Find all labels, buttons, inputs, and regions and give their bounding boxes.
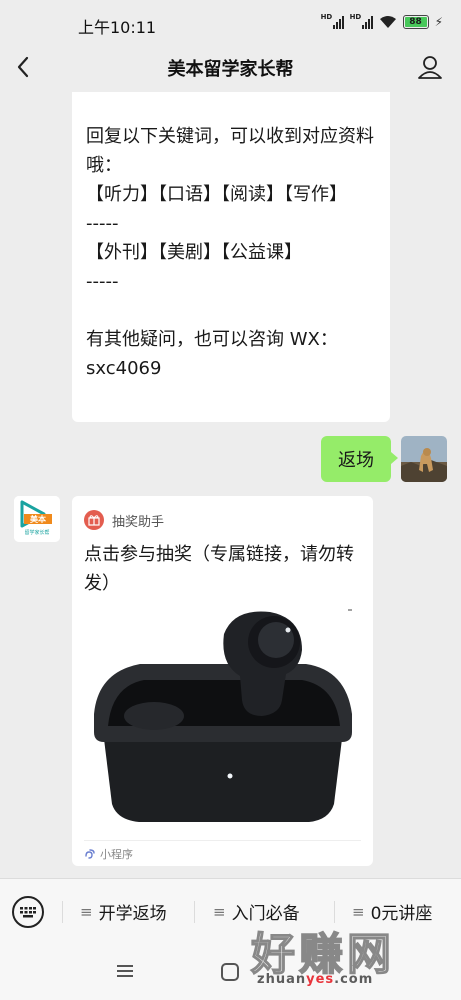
received-message-text: 回复以下关键词，可以收到对应资料哦： 【听力】【口语】【阅读】【写作】 ----… — [86, 126, 374, 379]
logo-subtext: 留学家长帮 — [24, 529, 49, 536]
user-avatar[interactable] — [401, 436, 447, 482]
dog-photo — [401, 436, 447, 482]
earbuds-image — [84, 604, 361, 830]
keyboard-icon — [20, 907, 36, 918]
battery-icon: 88 — [402, 15, 429, 29]
recent-apps-icon[interactable] — [116, 964, 134, 978]
mini-program-footer: 小程序 — [84, 846, 133, 862]
watermark: 好赚网 zhuanyes.com — [250, 918, 441, 994]
mini-program-card[interactable]: 抽奖助手 点击参与抽奖（专属链接，请勿转发） 小程序 — [72, 496, 373, 866]
menu-list-icon: ≡ — [80, 902, 93, 921]
charging-icon: ⚡ — [434, 15, 443, 29]
logo-text: 美本 — [30, 514, 46, 524]
signal-icon: HD — [320, 13, 344, 29]
keyboard-toggle-button[interactable] — [12, 896, 44, 928]
chat-title: 美本留学家长帮 — [167, 59, 294, 80]
sent-message-text: 返场 — [338, 450, 374, 471]
received-message-bubble[interactable]: 回复以下关键词，可以收到对应资料哦： 【听力】【口语】【阅读】【写作】 ----… — [72, 92, 390, 422]
status-time: 上午10:11 — [78, 18, 157, 37]
status-icons: HD HD 88 ⚡ — [320, 13, 443, 29]
menu-item-kaixue[interactable]: ≡ 开学返场 — [80, 899, 167, 925]
sent-message-bubble[interactable]: 返场 — [321, 436, 398, 482]
signal-icon: HD — [349, 13, 373, 29]
official-account-avatar[interactable]: 美本 留学家长帮 — [14, 496, 60, 542]
battery-level: 88 — [409, 17, 422, 27]
gift-icon — [84, 510, 104, 530]
home-icon[interactable] — [221, 963, 239, 981]
menu-separator — [194, 901, 195, 923]
mini-program-name: 抽奖助手 — [112, 514, 165, 530]
signal-label: HD — [349, 13, 362, 21]
logo-icon: 美本 留学家长帮 — [14, 496, 60, 542]
mini-program-title: 点击参与抽奖（专属链接，请勿转发） — [84, 544, 354, 594]
nav-bar: 美本留学家长帮 — [0, 44, 461, 90]
signal-label: HD — [320, 13, 333, 21]
profile-icon[interactable] — [417, 54, 443, 80]
wifi-icon — [379, 16, 396, 28]
status-bar: 上午10:11 HD HD 88 ⚡ — [0, 0, 461, 50]
menu-item-label: 开学返场 — [98, 904, 167, 924]
menu-separator — [62, 901, 63, 923]
mini-program-label: 小程序 — [100, 848, 133, 861]
mini-program-header: 抽奖助手 — [84, 510, 164, 530]
menu-list-icon: ≡ — [213, 902, 226, 921]
mini-program-divider — [84, 840, 361, 841]
watermark-url: zhuanyes.com — [257, 972, 374, 987]
mini-program-icon — [85, 849, 95, 859]
